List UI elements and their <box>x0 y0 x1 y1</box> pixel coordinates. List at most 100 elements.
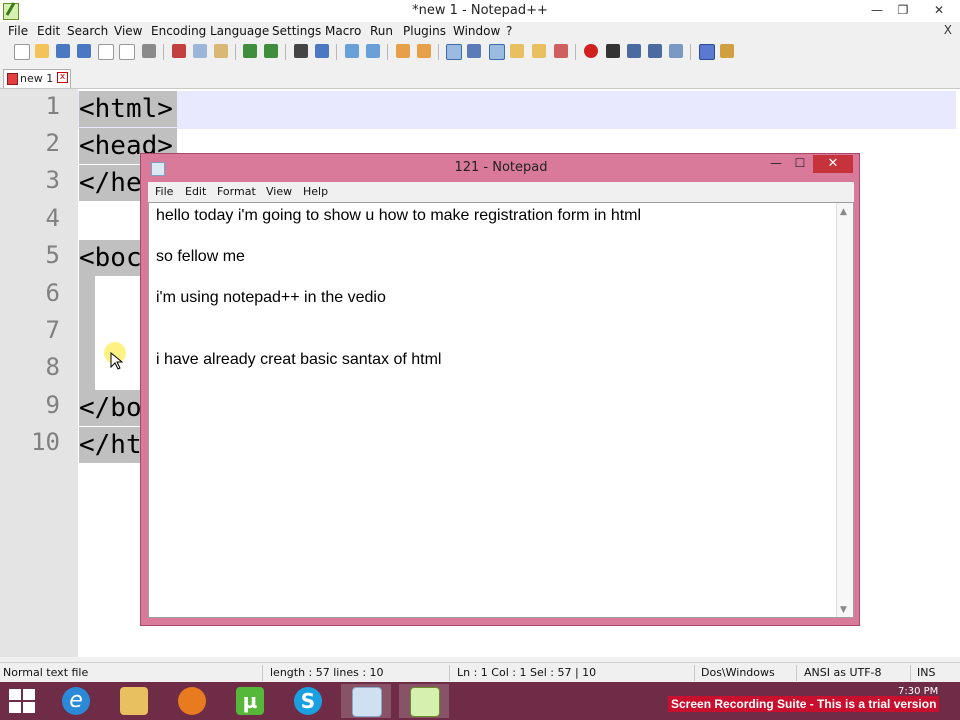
mouse-pointer-icon <box>104 342 128 370</box>
npp-statusbar: Normal text file length : 57 lines : 10 … <box>0 662 960 683</box>
windows-logo-icon <box>23 702 35 713</box>
sync-vertical-icon[interactable] <box>396 44 410 58</box>
menu-help[interactable]: ? <box>506 24 512 38</box>
spell-check-icon[interactable] <box>699 44 715 60</box>
find-icon[interactable] <box>294 44 308 58</box>
menu-edit[interactable]: Edit <box>37 24 60 38</box>
line-number: 3 <box>45 166 60 194</box>
notepad-text-area[interactable]: hello today i'm going to show u how to m… <box>148 202 854 618</box>
code-line: <html> <box>79 91 177 127</box>
status-divider <box>910 665 911 681</box>
scroll-down-icon[interactable]: ▼ <box>840 605 847 615</box>
toolbar-separator <box>387 44 388 60</box>
copy-icon[interactable] <box>193 44 207 58</box>
close-button[interactable]: ✕ <box>922 1 956 19</box>
menu-macro[interactable]: Macro <box>325 24 361 38</box>
close-all-icon[interactable] <box>119 44 135 60</box>
playback-icon[interactable] <box>627 44 641 58</box>
menu-settings[interactable]: Settings <box>272 24 321 38</box>
taskbar-firefox[interactable] <box>167 684 217 718</box>
unsaved-file-icon <box>7 73 18 85</box>
menu-run[interactable]: Run <box>370 24 393 38</box>
redo-icon[interactable] <box>264 44 278 58</box>
notepad-menu-edit[interactable]: Edit <box>185 185 206 198</box>
taskbar-file-explorer[interactable] <box>109 684 159 718</box>
start-button[interactable] <box>8 688 36 714</box>
menu-search[interactable]: Search <box>67 24 108 38</box>
notepad-text-line: i'm using notepad++ in the vedio <box>156 289 386 306</box>
menu-view[interactable]: View <box>114 24 142 38</box>
zoom-in-icon[interactable] <box>345 44 359 58</box>
function-list-icon[interactable] <box>554 44 568 58</box>
record-macro-icon[interactable] <box>584 44 598 58</box>
taskbar-notepad-plus-plus[interactable] <box>399 684 449 718</box>
line-number: 1 <box>45 92 60 120</box>
cut-icon[interactable] <box>172 44 186 58</box>
taskbar-notepad[interactable] <box>341 684 391 718</box>
folder-icon <box>120 687 148 715</box>
undo-icon[interactable] <box>243 44 257 58</box>
menu-language[interactable]: Language <box>210 24 269 38</box>
run-macro-multiple-icon[interactable] <box>648 44 662 58</box>
replace-icon[interactable] <box>315 44 329 58</box>
npp-titlebar: *new 1 - Notepad++ — ❐ ✕ <box>0 0 960 22</box>
taskbar-internet-explorer[interactable]: e <box>51 684 101 718</box>
close-document-button[interactable]: X <box>944 23 952 37</box>
notepad-menu-format[interactable]: Format <box>217 185 256 198</box>
status-length: length : 57 lines : 10 <box>270 666 384 679</box>
line-number: 7 <box>45 316 60 344</box>
status-position: Ln : 1 Col : 1 Sel : 57 | 10 <box>457 666 597 679</box>
minimize-button[interactable]: — <box>864 1 890 19</box>
toolbar-separator <box>285 44 286 60</box>
new-file-icon[interactable] <box>14 44 30 60</box>
notepad-menu-file[interactable]: File <box>155 185 173 198</box>
notepad-minimize-button[interactable]: — <box>767 156 785 172</box>
notepad-menu-help[interactable]: Help <box>303 185 328 198</box>
line-number: 5 <box>45 241 60 269</box>
notepad-window[interactable]: 121 - Notepad — ☐ ✕ File Edit Format Vie… <box>140 153 860 626</box>
taskbar-skype[interactable]: S <box>283 684 333 718</box>
windows-logo-icon <box>9 702 21 713</box>
scroll-up-icon[interactable]: ▲ <box>840 207 847 217</box>
notepad-text-line: i have already creat basic santax of htm… <box>156 351 442 368</box>
sync-horizontal-icon[interactable] <box>417 44 431 58</box>
word-wrap-icon[interactable] <box>446 44 462 60</box>
tab-label: new 1 <box>20 72 54 85</box>
npp-menubar: File Edit Search View Encoding Language … <box>0 22 960 40</box>
notepad-title: 121 - Notepad <box>454 160 548 175</box>
open-file-icon[interactable] <box>35 44 49 58</box>
close-file-icon[interactable] <box>98 44 114 60</box>
status-insert-mode: INS <box>917 666 936 679</box>
notepad-menu-view[interactable]: View <box>266 185 292 198</box>
menu-file[interactable]: File <box>8 24 28 38</box>
notepad-close-button[interactable]: ✕ <box>813 155 853 173</box>
user-defined-language-icon[interactable] <box>510 44 524 58</box>
save-macro-icon[interactable] <box>669 44 683 58</box>
tab-close-icon[interactable]: x <box>57 72 68 83</box>
npp-toolbar <box>0 40 960 64</box>
notepad-text-line: so fellow me <box>156 248 245 265</box>
notepad-text-line: hello today i'm going to show u how to m… <box>156 207 642 224</box>
print-icon[interactable] <box>142 44 156 58</box>
notepad-maximize-button[interactable]: ☐ <box>791 156 809 172</box>
document-map-icon[interactable] <box>532 44 546 58</box>
show-all-characters-icon[interactable] <box>467 44 481 58</box>
save-all-icon[interactable] <box>77 44 91 58</box>
status-divider <box>262 665 263 681</box>
menu-encoding[interactable]: Encoding <box>151 24 206 38</box>
stop-recording-icon[interactable] <box>606 44 620 58</box>
menu-plugins[interactable]: Plugins <box>403 24 446 38</box>
restore-button[interactable]: ❐ <box>890 1 916 19</box>
menu-window[interactable]: Window <box>453 24 500 38</box>
plugin-icon[interactable] <box>720 44 734 58</box>
zoom-out-icon[interactable] <box>366 44 380 58</box>
status-encoding: ANSI as UTF-8 <box>804 666 882 679</box>
vertical-scrollbar[interactable]: ▲ ▼ <box>836 203 853 617</box>
paste-icon[interactable] <box>214 44 228 58</box>
taskbar-utorrent[interactable]: µ <box>225 684 275 718</box>
taskbar-clock[interactable]: 7:30 PM <box>898 686 938 697</box>
indent-guide-icon[interactable] <box>489 44 505 60</box>
save-icon[interactable] <box>56 44 70 58</box>
tab-new-1[interactable]: new 1 x <box>3 69 71 88</box>
line-number-gutter: 1 2 3 4 5 6 7 8 9 10 <box>0 89 78 657</box>
